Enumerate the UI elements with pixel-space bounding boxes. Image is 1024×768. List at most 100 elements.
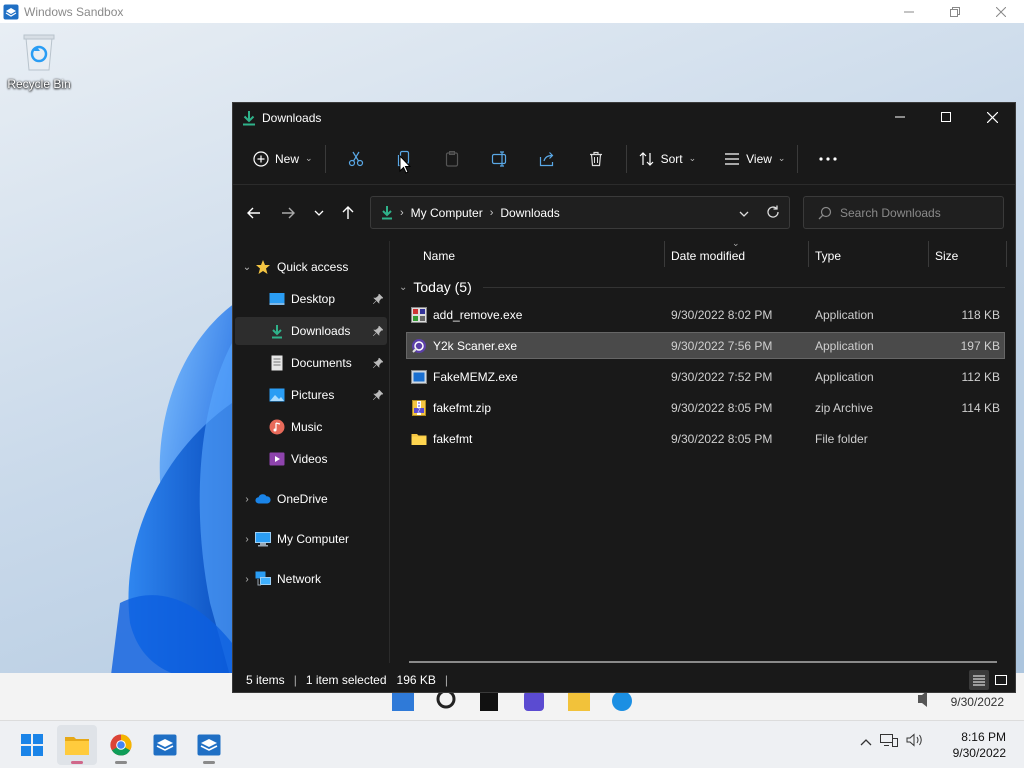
explorer-body: ⌄ Quick access Desktop Downloads Documen… (233, 238, 1015, 663)
forward-button[interactable] (273, 198, 303, 228)
pin-icon[interactable] (372, 293, 384, 307)
column-divider[interactable] (1006, 241, 1007, 267)
network-status-button[interactable] (880, 733, 898, 750)
cut-button[interactable] (332, 143, 380, 175)
chevron-down-icon: ⌄ (688, 153, 697, 163)
taskbar-clock[interactable]: 8:16 PM 9/30/2022 (953, 729, 1006, 761)
taskbar-sandbox-2[interactable] (189, 725, 229, 765)
nav-quick-access[interactable]: ⌄ Quick access (235, 253, 387, 281)
breadcrumb-separator-icon: › (489, 206, 494, 219)
cloud-icon (255, 491, 271, 507)
search-box[interactable] (803, 196, 1004, 229)
explorer-close-button[interactable] (969, 103, 1015, 131)
plus-circle-icon (253, 150, 269, 167)
details-view-button[interactable] (969, 670, 989, 690)
sort-button[interactable]: Sort ⌄ (633, 143, 703, 175)
file-size: 112 KB (961, 369, 1000, 384)
nav-item-downloads[interactable]: Downloads (235, 317, 387, 345)
tiles-view-button[interactable] (991, 670, 1011, 690)
music-icon (269, 419, 285, 435)
file-row-selected[interactable]: Y2k Scaner.exe 9/30/2022 7:56 PM Applica… (406, 332, 1005, 359)
volume-button[interactable] (906, 733, 924, 750)
file-row[interactable]: fakefmt 9/30/2022 8:05 PM File folder (407, 426, 1004, 451)
explorer-maximize-button[interactable] (923, 103, 969, 131)
group-divider (483, 287, 1005, 288)
file-date: 9/30/2022 8:05 PM (671, 431, 773, 446)
new-button[interactable]: New ⌄ (247, 143, 319, 175)
chevron-down-icon[interactable]: ⌄ (239, 262, 255, 273)
volume-icon (906, 733, 922, 747)
download-icon (381, 205, 393, 220)
back-button[interactable] (239, 198, 269, 228)
column-header-size[interactable]: Size (935, 241, 958, 271)
system-tray (860, 733, 924, 750)
column-divider[interactable] (664, 241, 665, 267)
group-header-today[interactable]: ⌄ Today (5) (399, 276, 472, 298)
pin-icon[interactable] (372, 357, 384, 371)
more-options-button[interactable] (804, 143, 852, 175)
rename-button[interactable] (476, 143, 524, 175)
breadcrumb-my-computer[interactable]: My Computer (411, 206, 483, 220)
file-name: fakefmt (433, 431, 473, 446)
app-icon (411, 338, 427, 354)
taskbar-chrome[interactable] (101, 725, 141, 765)
explorer-minimize-button[interactable] (877, 103, 923, 131)
up-button[interactable] (333, 198, 363, 228)
chevron-right-icon[interactable]: › (239, 494, 255, 505)
column-divider[interactable] (928, 241, 929, 267)
delete-button[interactable] (572, 143, 620, 175)
restore-button[interactable] (932, 0, 978, 23)
file-row[interactable]: FakeMEMZ.exe 9/30/2022 7:52 PM Applicati… (407, 364, 1004, 389)
file-type: File folder (815, 431, 868, 446)
nav-item-documents[interactable]: Documents (235, 349, 387, 377)
search-input[interactable] (840, 205, 1000, 220)
file-row[interactable]: Z fakefmt.zip 9/30/2022 8:05 PM zip Arch… (407, 395, 1004, 420)
pin-icon[interactable] (372, 389, 384, 403)
column-header-name[interactable]: Name (423, 241, 455, 271)
refresh-button[interactable] (766, 205, 780, 222)
recycle-bin-label: Recycle Bin (7, 77, 71, 91)
download-icon (269, 323, 285, 339)
share-button[interactable] (524, 143, 572, 175)
active-indicator (71, 761, 83, 764)
taskbar-sandbox-1[interactable] (145, 725, 185, 765)
pin-icon[interactable] (372, 325, 384, 339)
nav-item-music[interactable]: Music (235, 413, 387, 441)
recent-locations-button[interactable] (304, 198, 334, 228)
chevron-right-icon[interactable]: › (239, 534, 255, 545)
view-button[interactable]: View ⌄ (718, 143, 791, 175)
nav-item-label: Pictures (291, 388, 335, 402)
chevron-down-icon: ⌄ (399, 281, 408, 293)
breadcrumb-downloads[interactable]: Downloads (500, 206, 559, 220)
nav-onedrive[interactable]: › OneDrive (235, 485, 387, 513)
sort-label: Sort (660, 151, 683, 166)
show-hidden-icons-button[interactable] (860, 735, 872, 749)
nav-item-pictures[interactable]: Pictures (235, 381, 387, 409)
column-divider[interactable] (808, 241, 809, 267)
nav-quick-access-label: Quick access (277, 260, 349, 274)
file-row[interactable]: add_remove.exe 9/30/2022 8:02 PM Applica… (407, 302, 1004, 327)
minimize-button[interactable] (886, 0, 932, 23)
paste-button[interactable] (428, 143, 476, 175)
nav-item-label: Desktop (291, 292, 336, 306)
nav-item-videos[interactable]: Videos (235, 445, 387, 473)
item-count: 5 items (246, 673, 285, 687)
network-status-icon (880, 734, 898, 747)
nav-item-desktop[interactable]: Desktop (235, 285, 387, 313)
address-bar[interactable]: › My Computer › Downloads (370, 196, 790, 229)
file-date: 9/30/2022 8:02 PM (671, 307, 773, 322)
start-button[interactable] (12, 725, 52, 765)
horizontal-scrollbar[interactable] (409, 661, 997, 663)
file-size: 114 KB (961, 400, 1000, 415)
file-type: Application (815, 369, 874, 384)
address-dropdown-button[interactable] (739, 206, 749, 220)
nav-my-computer[interactable]: › My Computer (235, 525, 387, 553)
chevron-right-icon[interactable]: › (239, 574, 255, 585)
delete-icon (589, 151, 602, 166)
nav-network[interactable]: › Network (235, 565, 387, 593)
recycle-bin[interactable]: Recycle Bin (6, 32, 72, 91)
taskbar-file-explorer[interactable] (57, 725, 97, 765)
close-button[interactable] (978, 0, 1024, 23)
file-name: FakeMEMZ.exe (433, 369, 518, 384)
column-header-type[interactable]: Type (815, 241, 841, 271)
